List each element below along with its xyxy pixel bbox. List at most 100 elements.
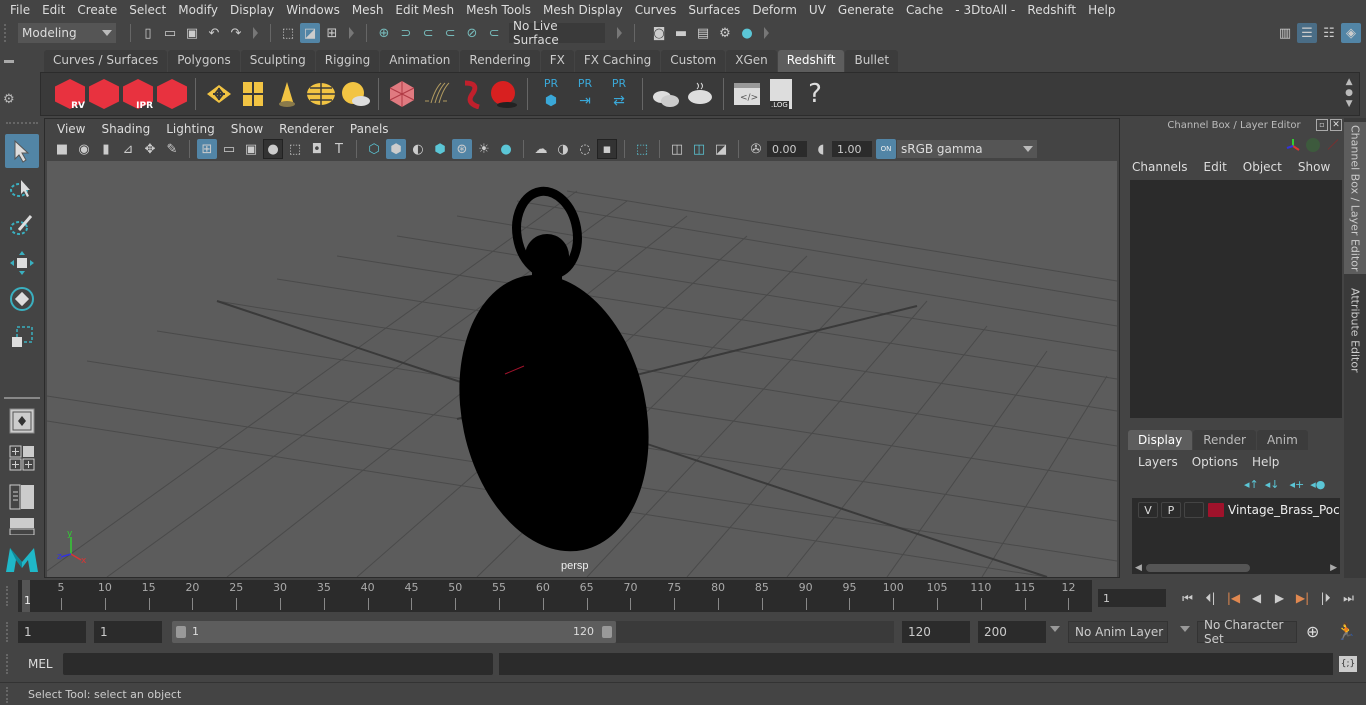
help-icon[interactable]: ? <box>800 77 830 111</box>
redshift-ipr-icon[interactable]: IPR <box>123 77 153 111</box>
layer-tab-anim[interactable]: Anim <box>1256 430 1308 450</box>
hyper-icon[interactable] <box>1327 139 1339 150</box>
snap-point-icon[interactable]: ⊂ <box>418 23 438 43</box>
animation-preferences-icon[interactable]: 🏃 <box>1336 622 1356 641</box>
xray-icon[interactable]: ◫ <box>667 139 687 159</box>
playback-end-field[interactable]: 120 <box>902 621 970 643</box>
redshift-ies-light-icon[interactable] <box>272 77 302 111</box>
redshift-volume-icon[interactable] <box>421 77 451 111</box>
menu-mesh-tools[interactable]: Mesh Tools <box>460 3 537 17</box>
channel-box-icon[interactable]: ◈ <box>1341 23 1361 43</box>
channel-menu-edit[interactable]: Edit <box>1204 160 1227 174</box>
shelf-tab-fx[interactable]: FX <box>540 50 574 72</box>
speed-icon[interactable] <box>1306 138 1320 152</box>
proxy-convert-icon[interactable]: PR ⇄ <box>604 77 634 111</box>
depth-of-field-icon[interactable]: ▪ <box>597 139 617 159</box>
render-current-frame-icon[interactable]: ▬ <box>671 23 691 43</box>
snap-surface-icon[interactable]: ⊘ <box>462 23 482 43</box>
motion-blur-icon[interactable]: ◑ <box>553 139 573 159</box>
horizontal-scrollbar[interactable]: ◀ ▶ <box>1132 562 1340 574</box>
xray-joints-icon[interactable]: ◫ <box>689 139 709 159</box>
redshift-material-icon[interactable] <box>489 77 519 111</box>
isolate-select-icon[interactable]: ⬚ <box>632 139 652 159</box>
use-all-lights-icon[interactable]: ☀ <box>474 139 494 159</box>
shelf-menu-icon[interactable] <box>4 60 14 63</box>
shelf-tab-rigging[interactable]: Rigging <box>315 50 380 72</box>
layer-tab-display[interactable]: Display <box>1128 430 1193 450</box>
xray-components-icon[interactable]: ◪ <box>711 139 731 159</box>
resolution-gate-icon[interactable]: ▣ <box>241 139 261 159</box>
grip-handle[interactable] <box>6 687 10 703</box>
move-layer-down-icon[interactable]: ◂↓ <box>1265 478 1280 491</box>
viewport-menu-renderer[interactable]: Renderer <box>271 122 342 136</box>
modeling-toolkit-icon[interactable]: ▥ <box>1275 23 1295 43</box>
scene-canvas[interactable]: y x z persp <box>47 161 1117 577</box>
3d-viewport[interactable]: y x z persp <box>47 161 1117 577</box>
channel-menu-channels[interactable]: Channels <box>1132 160 1188 174</box>
snap-grid-icon[interactable]: ⊕ <box>374 23 394 43</box>
menu-create[interactable]: Create <box>71 3 123 17</box>
bake-multiple-icon[interactable] <box>651 77 681 111</box>
move-tool-icon[interactable] <box>5 246 39 280</box>
script-language-toggle[interactable]: MEL <box>28 657 53 671</box>
character-set-chevron-icon[interactable] <box>1180 626 1190 632</box>
viewport-menu-panels[interactable]: Panels <box>342 122 397 136</box>
collapse-arrow-icon[interactable] <box>349 27 354 39</box>
shelf-settings-icon[interactable]: ⚙ <box>3 92 15 107</box>
new-scene-icon[interactable]: ▯ <box>138 23 158 43</box>
bake-icon[interactable] <box>685 77 715 111</box>
exposure-field[interactable]: 0.00 <box>767 141 807 157</box>
layer-tab-render[interactable]: Render <box>1193 430 1256 450</box>
shelf-scroll-up-icon[interactable]: ▲ <box>1345 77 1353 88</box>
timeline-grip[interactable] <box>0 580 18 612</box>
collapse-arrow-icon[interactable] <box>764 27 769 39</box>
redshift-log-icon[interactable]: .LOG <box>766 77 796 111</box>
gate-mask-icon[interactable]: ● <box>263 139 283 159</box>
play-backwards-icon[interactable]: ◀ <box>1245 589 1268 607</box>
new-layer-selected-icon[interactable]: ◂● <box>1310 478 1325 491</box>
menu-windows[interactable]: Windows <box>280 3 346 17</box>
menu-deform[interactable]: Deform <box>746 3 803 17</box>
anti-aliasing-icon[interactable]: ◌ <box>575 139 595 159</box>
new-empty-layer-icon[interactable]: ◂+ <box>1290 478 1305 491</box>
shelf-tab-polygons[interactable]: Polygons <box>168 50 240 72</box>
viewport-menu-show[interactable]: Show <box>223 122 271 136</box>
bookmark-icon[interactable]: ▮ <box>96 139 116 159</box>
live-surface-field[interactable]: No Live Surface <box>509 19 605 47</box>
close-panel-icon[interactable]: ✕ <box>1330 119 1342 131</box>
menu-mesh-display[interactable]: Mesh Display <box>537 3 629 17</box>
shelf-tab-bullet[interactable]: Bullet <box>845 50 899 72</box>
play-forwards-icon[interactable]: ▶ <box>1268 589 1291 607</box>
redshift-render-settings-icon[interactable] <box>157 77 187 111</box>
rotate-tool-icon[interactable] <box>5 282 39 316</box>
select-camera-icon[interactable]: ■ <box>52 139 72 159</box>
grease-pencil-icon[interactable]: ✎ <box>162 139 182 159</box>
paint-select-tool-icon[interactable] <box>5 208 39 242</box>
proxy-import-icon[interactable]: PR ⇥ <box>570 77 600 111</box>
single-view-layout-icon[interactable] <box>5 404 39 438</box>
redshift-area-light-icon[interactable] <box>204 77 234 111</box>
select-components-icon[interactable]: ⊞ <box>322 23 342 43</box>
tool-settings-icon[interactable]: ☷ <box>1319 23 1339 43</box>
shelf-scroll-down-icon[interactable]: ▼ <box>1345 99 1353 110</box>
snap-view-plane-icon[interactable]: ⊂ <box>440 23 460 43</box>
layer-menu-help[interactable]: Help <box>1252 455 1279 469</box>
step-back-frame-icon[interactable]: ⏴| <box>1199 589 1222 607</box>
collapse-arrow-icon[interactable] <box>253 27 258 39</box>
layer-row[interactable]: V P Vintage_Brass_Pocket_ <box>1132 498 1340 522</box>
script-editor-icon[interactable]: {;} <box>1339 656 1357 672</box>
shelf-tab-rendering[interactable]: Rendering <box>460 50 540 72</box>
menu-edit-mesh[interactable]: Edit Mesh <box>389 3 460 17</box>
proxy-export-icon[interactable]: PR ⬢ <box>536 77 566 111</box>
2d-pan-zoom-icon[interactable]: ✥ <box>140 139 160 159</box>
layer-type-toggle[interactable] <box>1184 502 1204 518</box>
scale-tool-icon[interactable] <box>5 320 39 354</box>
layer-name[interactable]: Vintage_Brass_Pocket_ <box>1228 503 1340 517</box>
grip-handle[interactable] <box>6 654 10 674</box>
scroll-right-icon[interactable]: ▶ <box>1330 563 1337 573</box>
grid-toggle-icon[interactable]: ⊞ <box>197 139 217 159</box>
field-chart-icon[interactable]: ⬚ <box>285 139 305 159</box>
film-gate-icon[interactable]: ▭ <box>219 139 239 159</box>
smooth-shade-icon[interactable]: ⬢ <box>386 139 406 159</box>
open-scene-icon[interactable]: ▭ <box>160 23 180 43</box>
